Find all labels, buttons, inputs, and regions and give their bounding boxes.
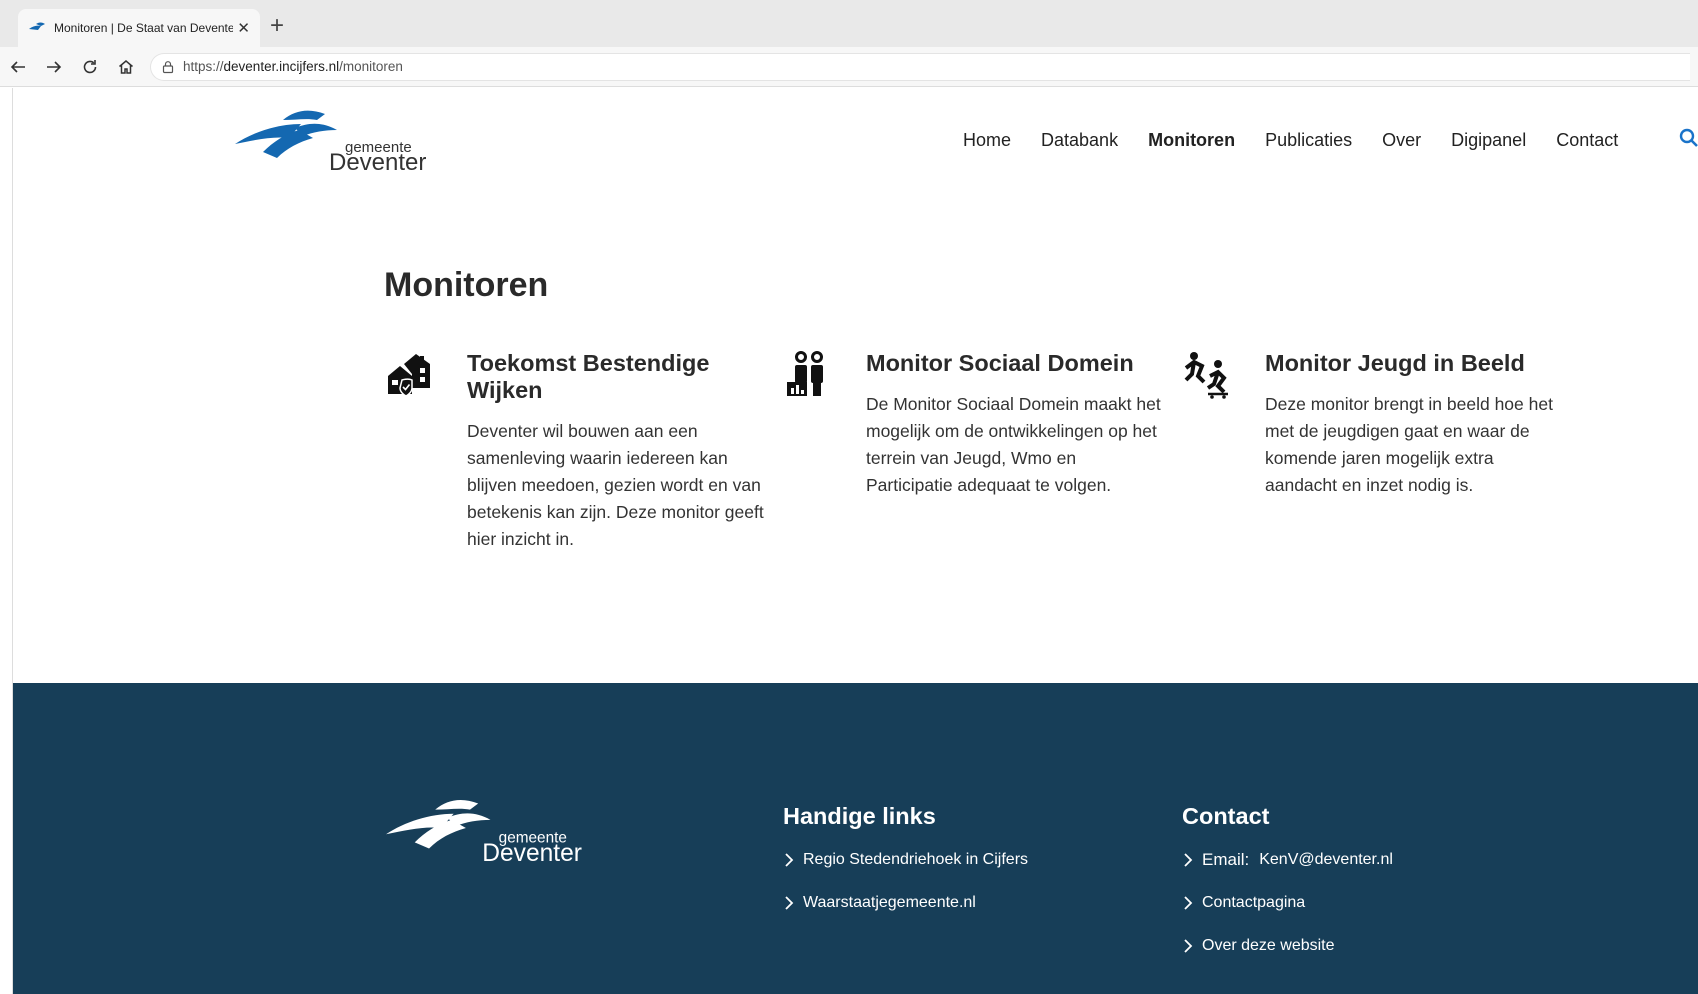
footer-link-label[interactable]: Over deze website <box>1202 937 1335 955</box>
houses-shield-icon <box>388 354 430 397</box>
search-icon[interactable] <box>1679 128 1698 148</box>
new-tab-icon[interactable]: + <box>270 14 284 38</box>
footer-email[interactable]: Email: KenV@deventer.nl <box>1182 846 1393 873</box>
chevron-right-icon <box>1184 938 1193 953</box>
logo-deventer: Deventer <box>329 149 426 170</box>
footer-link-label[interactable]: Waarstaatjegemeente.nl <box>803 894 976 912</box>
footer-contact-title: Contact <box>1182 803 1270 829</box>
browser-tabstrip: Monitoren | De Staat van Deventer ✕ + <box>0 0 1698 47</box>
footer-link-waarstaat[interactable]: Waarstaatjegemeente.nl <box>783 889 1028 916</box>
home-icon <box>119 59 133 74</box>
footer-link-label[interactable]: Regio Stedendriehoek in Cijfers <box>803 851 1028 869</box>
card-title[interactable]: Toekomst Bestendige Wijken <box>467 350 767 404</box>
deventer-bird-logo-white-icon: gemeente Deventer <box>386 800 582 867</box>
nav-publicaties[interactable]: Publicaties <box>1265 130 1352 151</box>
url-host: deventer.incijfers.nl <box>223 59 340 74</box>
card-text: De Monitor Sociaal Domein maakt het moge… <box>866 394 1161 495</box>
deventer-bird-logo-icon: gemeente Deventer <box>235 110 426 176</box>
address-bar[interactable]: https://deventer.incijfers.nl/monitoren <box>150 52 1690 81</box>
footer-link-regio[interactable]: Regio Stedendriehoek in Cijfers <box>783 846 1028 873</box>
arrow-right-icon <box>47 60 62 73</box>
nav-monitoren[interactable]: Monitoren <box>1148 130 1235 151</box>
card-text: Deze monitor brengt in beeld hoe het met… <box>1265 394 1553 495</box>
footer-link-over-website[interactable]: Over deze website <box>1182 932 1393 959</box>
footer-email-address[interactable]: KenV@deventer.nl <box>1259 851 1393 869</box>
nav-home[interactable]: Home <box>963 130 1011 151</box>
card-title[interactable]: Monitor Sociaal Domein <box>866 350 1166 377</box>
footer-link-contactpagina[interactable]: Contactpagina <box>1182 889 1393 916</box>
deventer-favicon-icon <box>29 22 45 30</box>
footer-links-title: Handige links <box>783 803 936 829</box>
people-chart-icon <box>787 351 823 396</box>
browser-toolbar: https://deventer.incijfers.nl/monitoren <box>0 47 1698 87</box>
youth-skating-icon <box>1184 352 1228 399</box>
web-page: gemeente Deventer Home Databank Monitore… <box>12 88 1698 994</box>
chevron-right-icon <box>785 852 794 867</box>
footer-email-label: Email: <box>1202 849 1250 869</box>
gemeente-deventer-logo[interactable]: gemeente Deventer <box>233 102 443 176</box>
reload-button[interactable] <box>72 52 108 82</box>
reload-icon <box>83 59 97 73</box>
footer-logo-deventer: Deventer <box>482 840 582 861</box>
footer-links-column: Handige links Regio Stedendriehoek in Ci… <box>783 803 1028 932</box>
site-footer: gemeente Deventer Handige links Regio St… <box>13 683 1698 994</box>
back-button[interactable] <box>0 52 36 82</box>
chevron-right-icon <box>785 895 794 910</box>
page-title: Monitoren <box>384 266 549 304</box>
chevron-right-icon <box>1184 852 1193 867</box>
arrow-left-icon <box>10 60 25 73</box>
card-title[interactable]: Monitor Jeugd in Beeld <box>1265 350 1565 377</box>
nav-digipanel[interactable]: Digipanel <box>1451 130 1526 151</box>
url-path: /monitoren <box>339 59 403 74</box>
main-navigation: Home Databank Monitoren Publicaties Over… <box>963 130 1648 151</box>
nav-contact[interactable]: Contact <box>1556 130 1618 151</box>
footer-contact-column: Contact Email: KenV@deventer.nl Contactp… <box>1182 803 1393 975</box>
home-button[interactable] <box>108 52 144 82</box>
forward-button[interactable] <box>36 52 72 82</box>
card-text: Deventer wil bouwen aan een samenleving … <box>467 421 764 549</box>
url-scheme: https:// <box>183 59 224 74</box>
footer-logo[interactable]: gemeente Deventer <box>384 791 599 867</box>
nav-databank[interactable]: Databank <box>1041 130 1118 151</box>
chevron-right-icon <box>1184 895 1193 910</box>
tab-close-icon[interactable]: ✕ <box>237 19 250 37</box>
browser-tab[interactable]: Monitoren | De Staat van Deventer ✕ <box>18 9 260 47</box>
footer-link-label[interactable]: Contactpagina <box>1202 894 1305 912</box>
lock-icon <box>162 60 174 73</box>
nav-over[interactable]: Over <box>1382 130 1421 151</box>
tab-title: Monitoren | De Staat van Deventer <box>54 21 234 35</box>
